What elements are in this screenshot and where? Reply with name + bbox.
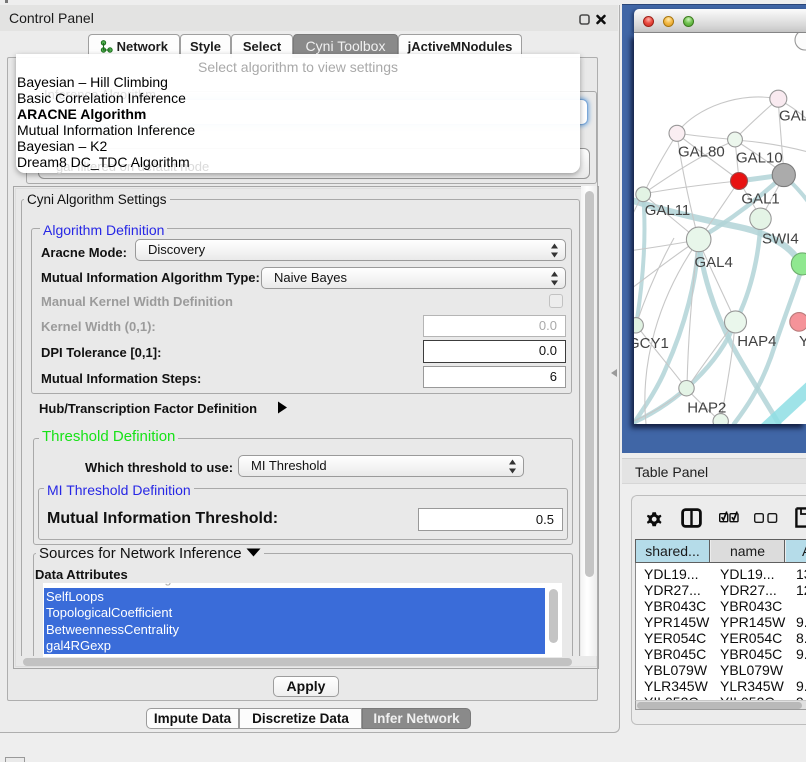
svg-text:GAL80: GAL80 — [678, 144, 725, 161]
svg-text:GAL4: GAL4 — [695, 254, 733, 271]
svg-text:GCY1: GCY1 — [634, 335, 669, 352]
svg-text:GAL1: GAL1 — [741, 190, 779, 207]
svg-text:HAP4: HAP4 — [737, 333, 776, 350]
svg-text:HAP2: HAP2 — [687, 400, 726, 417]
svg-text:GAL7: GAL7 — [779, 108, 806, 125]
svg-text:GAL10: GAL10 — [736, 150, 783, 167]
svg-text:GAL11: GAL11 — [645, 202, 691, 219]
svg-text:SWI4: SWI4 — [762, 231, 799, 248]
svg-text:Y: Y — [799, 333, 806, 350]
